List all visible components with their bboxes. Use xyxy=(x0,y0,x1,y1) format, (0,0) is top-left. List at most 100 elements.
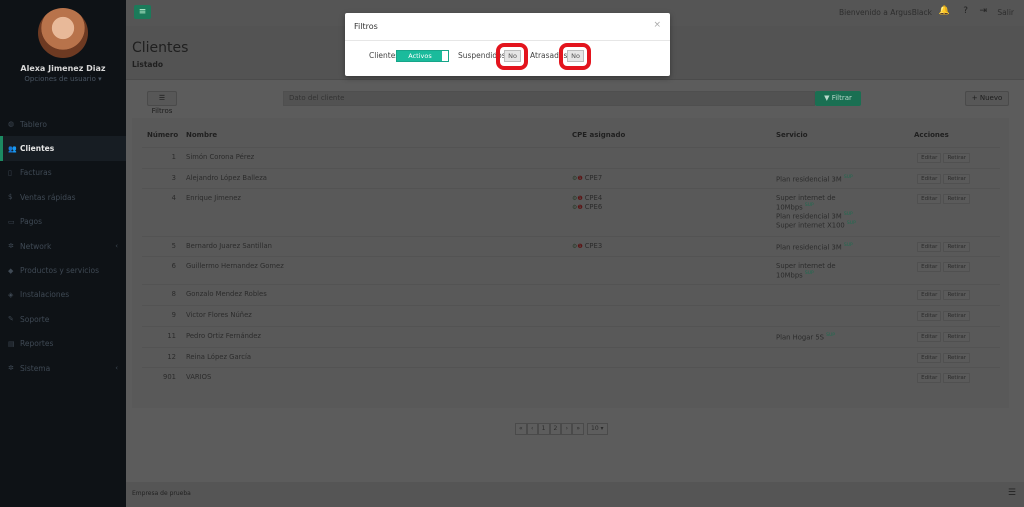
modal-title: Filtros xyxy=(354,22,378,31)
edit-button[interactable]: Editar xyxy=(917,262,942,272)
client-name: Bernardo Juarez Santillan xyxy=(186,242,272,250)
table-row: 9 Victor Flores Núñez Editar Retirar xyxy=(142,305,1000,326)
edit-button[interactable]: Editar xyxy=(917,174,942,184)
dashboard-icon: ◍ xyxy=(8,120,15,129)
cpe-name: CPE6 xyxy=(584,203,603,211)
sidebar-item-label: Ventas rápidas xyxy=(20,192,76,202)
client-name: Victor Flores Núñez xyxy=(186,311,252,319)
sup-badge: SUP xyxy=(843,243,853,248)
edit-button[interactable]: Editar xyxy=(917,311,942,321)
alert-icon: ❶ xyxy=(577,204,585,211)
service-entry: Plan residencial 3M SUP xyxy=(776,242,886,251)
cogs-icon: ✲ xyxy=(8,364,14,373)
remove-button[interactable]: Retirar xyxy=(943,373,970,383)
remove-button[interactable]: Retirar xyxy=(943,262,970,272)
alert-icon: ❶ xyxy=(577,243,585,250)
sidebar-item-facturas[interactable]: ▯ Facturas xyxy=(0,161,126,185)
sidebar: Alexa Jimenez Diaz Opciones de usuario ▾… xyxy=(0,0,126,507)
edit-button[interactable]: Editar xyxy=(917,332,942,342)
new-client-button[interactable]: + Nuevo xyxy=(965,91,1009,106)
client-name: VARIOS xyxy=(186,373,212,381)
menu-toggle-button[interactable]: ≡ xyxy=(134,5,151,19)
page-last-button[interactable]: » xyxy=(572,423,584,435)
table-row: 4 Enrique Jimenez ⚙❶ CPE4 ⚙❶ CPE6 Super inte… xyxy=(142,188,1000,236)
gears-icon: ✲ xyxy=(8,242,14,251)
sidebar-item-network[interactable]: ✲ Network ‹ xyxy=(0,234,126,258)
page-1-button[interactable]: 1 xyxy=(537,423,550,435)
client-name: Guillermo Hernandez Gomez xyxy=(186,262,284,270)
logout-icon[interactable]: ⇥ xyxy=(979,6,987,16)
remove-button[interactable]: Retirar xyxy=(943,242,970,252)
list-icon[interactable]: ☰ xyxy=(1008,488,1016,498)
sidebar-item-pagos[interactable]: ▭ Pagos xyxy=(0,210,126,234)
sidebar-item-soporte[interactable]: ✎ Soporte xyxy=(0,307,126,331)
cpe-entry[interactable]: ⚙❶ CPE4 xyxy=(572,194,602,202)
edit-button[interactable]: Editar xyxy=(917,153,942,163)
remove-button[interactable]: Retirar xyxy=(943,174,970,184)
client-name: Pedro Ortiz Fernández xyxy=(186,332,261,340)
sidebar-item-ventas-r-pidas[interactable]: $ Ventas rápidas xyxy=(0,185,126,209)
sidebar-item-productos-y-servicios[interactable]: ◆ Productos y servicios xyxy=(0,258,126,282)
remove-button[interactable]: Retirar xyxy=(943,194,970,204)
edit-button[interactable]: Editar xyxy=(917,353,942,363)
cpe-entry[interactable]: ⚙❶ CPE6 xyxy=(572,203,602,211)
logout-link[interactable]: Salir xyxy=(997,8,1014,17)
bell-icon[interactable]: 🔔 xyxy=(939,6,950,16)
apply-filter-button[interactable]: ▼ Filtrar xyxy=(815,91,861,106)
tag-icon: ◆ xyxy=(8,266,14,275)
client-number: 6 xyxy=(171,262,176,270)
edit-button[interactable]: Editar xyxy=(917,194,942,204)
cpe-name: CPE3 xyxy=(584,242,603,250)
client-search-input[interactable]: Dato del cliente xyxy=(283,91,815,106)
row-actions: Editar Retirar xyxy=(917,174,970,184)
modal-divider xyxy=(345,40,670,41)
page-first-button[interactable]: « xyxy=(515,423,527,435)
avatar[interactable] xyxy=(38,8,88,58)
service-name: Plan Hogar 5S xyxy=(776,333,824,342)
sidebar-item-label: Tablero xyxy=(20,119,47,129)
remove-button[interactable]: Retirar xyxy=(943,290,970,300)
sidebar-item-clientes[interactable]: 👥 Clientes xyxy=(0,136,126,161)
sidebar-item-reportes[interactable]: ▤ Reportes xyxy=(0,332,126,356)
client-number: 5 xyxy=(171,242,176,250)
sup-badge: SUP xyxy=(804,203,814,208)
rocket-icon: ◈ xyxy=(8,290,14,299)
remove-button[interactable]: Retirar xyxy=(943,311,970,321)
user-options-dropdown[interactable]: Opciones de usuario ▾ xyxy=(0,75,126,83)
help-icon[interactable]: ? xyxy=(963,6,968,16)
edit-button[interactable]: Editar xyxy=(917,290,942,300)
remove-button[interactable]: Retirar xyxy=(943,153,970,163)
book-icon: ▤ xyxy=(8,339,15,348)
clientes-status-toggle[interactable]: Activos xyxy=(396,50,449,62)
table-row: 12 Reina López García Editar Retirar xyxy=(142,347,1000,367)
cpe-entry[interactable]: ⚙❶ CPE3 xyxy=(572,242,602,250)
table-row: 1 Simón Corona Pérez Editar Retirar xyxy=(142,147,1000,168)
filters-button[interactable]: ☰ Filtros xyxy=(147,91,177,115)
footer-company: Empresa de prueba xyxy=(132,490,191,497)
sidebar-item-sistema[interactable]: ✲ Sistema ‹ xyxy=(0,356,126,380)
user-name: Alexa Jimenez Diaz xyxy=(20,64,106,73)
client-number: 11 xyxy=(167,332,176,340)
edit-button[interactable]: Editar xyxy=(917,373,942,383)
table-row: 3 Alejandro López Balleza ⚙❶ CPE7 Plan resi… xyxy=(142,168,1000,188)
table-row: 5 Bernardo Juarez Santillan ⚙❶ CPE3 Plan re… xyxy=(142,236,1000,256)
toggle-knob xyxy=(442,51,448,61)
sidebar-item-tablero[interactable]: ◍ Tablero xyxy=(0,112,126,136)
remove-button[interactable]: Retirar xyxy=(943,332,970,342)
cpe-entry[interactable]: ⚙❶ CPE7 xyxy=(572,174,602,182)
close-icon[interactable]: × xyxy=(653,20,661,30)
remove-button[interactable]: Retirar xyxy=(943,353,970,363)
page-prev-button[interactable]: ‹ xyxy=(526,423,538,435)
service-entry: Super internet de 10Mbps SUP xyxy=(776,194,838,211)
alert-icon: ❶ xyxy=(577,175,585,182)
sidebar-item-label: Soporte xyxy=(20,314,50,324)
page-2-button[interactable]: 2 xyxy=(549,423,562,435)
client-name: Simón Corona Pérez xyxy=(186,153,255,161)
page-next-button[interactable]: › xyxy=(561,423,573,435)
page-size-select[interactable]: 10 ▾ xyxy=(587,423,608,435)
column-header-acciones: Acciones xyxy=(914,131,949,139)
sidebar-item-instalaciones[interactable]: ◈ Instalaciones xyxy=(0,283,126,307)
edit-button[interactable]: Editar xyxy=(917,242,942,252)
sidebar-item-label: Network xyxy=(20,241,52,251)
sup-badge: SUP xyxy=(826,333,836,338)
